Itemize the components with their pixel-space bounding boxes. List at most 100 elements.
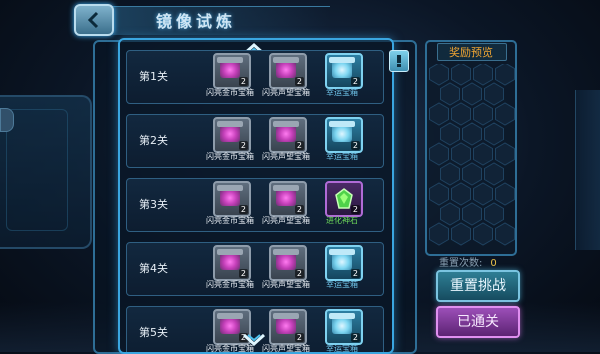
hex-cell [462,162,482,186]
hex-cell [429,64,449,86]
hex-cell [429,142,449,166]
item-name: 幸运宝箱 [326,152,358,161]
lucky-chest-icon[interactable]: 2 [325,117,363,153]
hex-cell [473,102,493,126]
item-name: 闪亮金币宝箱 [206,280,254,289]
level-label: 第2关 [139,134,168,147]
shiny-chest-icon[interactable]: 2 [269,309,307,345]
item-quantity: 2 [238,77,248,86]
hex-cell [440,202,460,226]
hex-cell [440,82,460,106]
chest-lid [273,313,299,319]
hex-cell [495,64,515,86]
shiny-chest-icon[interactable]: 2 [213,117,251,153]
item-quantity: 2 [350,141,360,150]
item-quantity: 2 [350,77,360,86]
back-button[interactable] [74,4,114,36]
shiny-chest-icon[interactable]: 2 [213,53,251,89]
hex-cell [484,162,504,186]
hex-cell [429,182,449,206]
chest-lid [217,249,243,255]
level-row[interactable]: 第3关 2 闪亮金币宝箱 2 闪亮声望宝箱 2 进化神石 [126,178,384,232]
level-list[interactable]: 第1关 2 闪亮金币宝箱 2 闪亮声望宝箱 2 幸运宝箱 第2关 2 闪亮金币宝箱 2 闪亮声望宝箱 2… [118,38,394,354]
level-label: 第4关 [139,262,168,275]
item-name: 进化神石 [326,216,358,225]
reset-challenge-button[interactable]: 重置挑战 [436,270,520,302]
item-quantity: 2 [350,205,360,214]
item-name: 幸运宝箱 [326,344,358,353]
item-name: 闪亮金币宝箱 [206,216,254,225]
item-quantity: 2 [294,269,304,278]
level-row[interactable]: 第1关 2 闪亮金币宝箱 2 闪亮声望宝箱 2 幸运宝箱 [126,50,384,104]
chest-lid [329,57,355,63]
shiny-chest-icon[interactable]: 2 [213,181,251,217]
shiny-chest-icon[interactable]: 2 [269,245,307,281]
item-quantity: 2 [238,205,248,214]
level-row[interactable]: 第4关 2 闪亮金币宝箱 2 闪亮声望宝箱 2 幸运宝箱 [126,242,384,296]
shiny-chest-icon[interactable]: 2 [269,117,307,153]
chest-lid [329,249,355,255]
level-label: 第3关 [139,198,168,211]
hex-cell [473,64,493,86]
hex-cell [484,202,504,226]
item-name: 闪亮声望宝箱 [262,152,310,161]
chest-lid [217,121,243,127]
scroll-down-arrow-icon[interactable] [242,333,266,347]
hex-cell [429,102,449,126]
evolution-stone-icon[interactable]: 2 [325,181,363,217]
hex-cell [473,142,493,166]
chest-lid [217,313,243,319]
lucky-chest-icon[interactable]: 2 [325,245,363,281]
hex-cell [495,142,515,166]
lucky-chest-icon[interactable]: 2 [325,53,363,89]
hex-cell [440,162,460,186]
level-label: 第5关 [139,326,168,339]
chest-lid [273,249,299,255]
level-row[interactable]: 第2关 2 闪亮金币宝箱 2 闪亮声望宝箱 2 幸运宝箱 [126,114,384,168]
reward-preview-title: 奖励预览 [449,46,493,59]
hex-cell [495,182,515,206]
side-knob-icon [0,108,14,132]
info-icon [397,55,401,67]
chest-lid [273,185,299,191]
hex-cell [451,182,471,206]
chest-lid [329,121,355,127]
shiny-chest-icon[interactable]: 2 [269,181,307,217]
hex-cell [495,102,515,126]
item-name: 闪亮声望宝箱 [262,88,310,97]
side-tab-button[interactable] [389,50,409,72]
hex-cell [451,64,471,86]
item-quantity: 2 [238,269,248,278]
item-quantity: 2 [294,77,304,86]
lucky-chest-icon[interactable]: 2 [325,309,363,345]
hex-cell [484,122,504,146]
item-quantity: 2 [294,333,304,342]
level-label: 第1关 [139,70,168,83]
item-quantity: 2 [294,141,304,150]
hex-cell [462,82,482,106]
hex-cell [451,102,471,126]
cleared-button[interactable]: 已通关 [436,306,520,338]
item-quantity: 2 [238,141,248,150]
hex-cell [473,182,493,206]
reset-count: 重置次数: 0 [439,254,497,269]
hex-grid-decoration [429,64,515,246]
chest-lid [329,313,355,319]
shiny-chest-icon[interactable]: 2 [213,245,251,281]
hex-cell [462,122,482,146]
item-name: 闪亮声望宝箱 [262,280,310,289]
item-name: 闪亮金币宝箱 [206,88,254,97]
page-title: 镜像试炼 [156,12,237,31]
hex-cell [451,142,471,166]
shiny-chest-icon[interactable]: 2 [269,53,307,89]
item-quantity: 2 [350,269,360,278]
item-quantity: 2 [294,205,304,214]
item-name: 闪亮声望宝箱 [262,216,310,225]
reset-count-value: 0 [490,258,497,269]
hex-cell [462,202,482,226]
item-name: 幸运宝箱 [326,88,358,97]
chest-lid [273,121,299,127]
hex-cell [473,222,493,246]
item-name: 闪亮金币宝箱 [206,152,254,161]
reward-preview-panel: 奖励预览 [425,40,517,256]
